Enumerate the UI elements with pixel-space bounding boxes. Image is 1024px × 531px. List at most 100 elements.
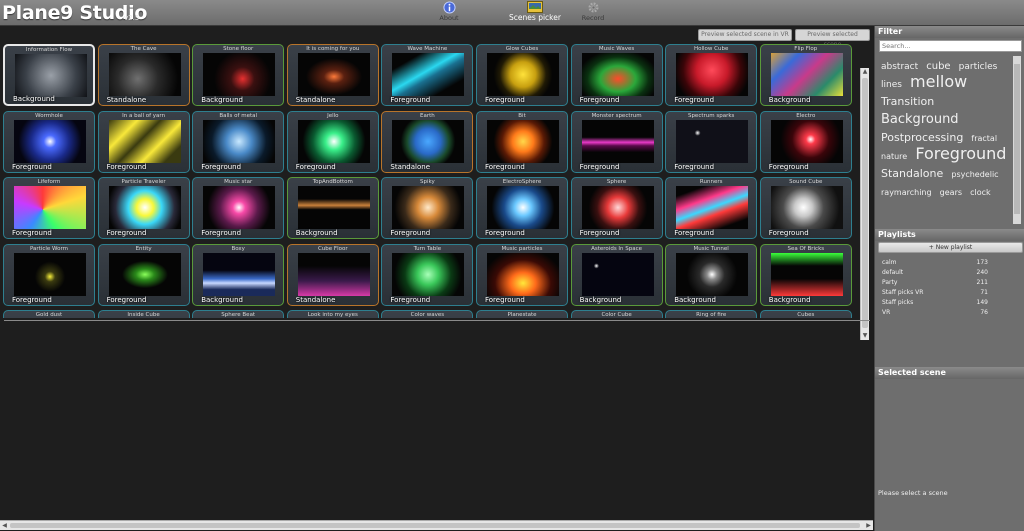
scene-tile-type: Foreground (390, 295, 431, 304)
scroll-down-arrow-icon[interactable]: ▼ (861, 332, 869, 340)
scene-tile[interactable]: Music Tunnel Background (665, 243, 758, 306)
filter-tag[interactable]: nature (881, 152, 907, 162)
filter-tag[interactable]: abstract (881, 62, 918, 72)
scene-tile[interactable]: Color Cube (570, 310, 663, 318)
playlist-item[interactable]: Party 211 (882, 279, 988, 289)
playlist-item[interactable]: calm 173 (882, 259, 988, 269)
filter-tag[interactable]: psychedelic (951, 170, 998, 180)
scene-tile[interactable]: Gold dust (3, 310, 95, 318)
scene-tile[interactable]: It is coming for you Standalone (286, 44, 379, 106)
filter-tag[interactable]: mellow (910, 72, 967, 91)
scene-tile[interactable]: Music star Foreground (192, 177, 285, 239)
filter-tag[interactable]: Postprocessing (881, 131, 963, 144)
scene-thumbnail (14, 119, 86, 163)
playlists-header: Playlists (875, 229, 1024, 241)
search-input[interactable] (879, 40, 1022, 52)
scene-tile[interactable]: Earth Standalone (381, 110, 474, 173)
scene-tile-name: Jello (327, 112, 339, 119)
scene-tile[interactable]: Entity Foreground (97, 243, 190, 306)
scene-tile[interactable]: Monster spectrum Foreground (570, 110, 663, 173)
filter-tag[interactable]: Foreground (915, 145, 1006, 163)
scroll-up-arrow-icon[interactable]: ▲ (861, 68, 869, 76)
scene-tile[interactable]: Spiky Foreground (381, 177, 474, 239)
scene-tile[interactable]: TopAndBottom Background (286, 177, 379, 239)
scene-tile[interactable]: Wormhole Foreground (3, 110, 95, 173)
scene-tile[interactable]: Flip Flop Background (759, 44, 852, 106)
scene-tile[interactable]: Color waves (381, 310, 474, 318)
scene-tile[interactable]: Bit Foreground (476, 110, 568, 173)
scene-tile[interactable]: Ring of fire (665, 310, 758, 318)
scene-tile[interactable]: Planestate (476, 310, 568, 318)
playlist-item[interactable]: Staff picks 149 (882, 299, 988, 309)
scene-tile-name: Sea Of Bricks (787, 245, 825, 252)
scene-tile[interactable]: ElectroSphere Foreground (476, 177, 568, 239)
scene-tile-type: Foreground (579, 229, 620, 237)
filter-tag[interactable]: Background (881, 112, 959, 128)
horizontal-scrollbar[interactable]: ◀ ▶ (0, 520, 873, 530)
playlist-item[interactable]: default 240 (882, 269, 988, 279)
scene-tile[interactable]: Cube Floor Standalone (286, 243, 379, 306)
scene-tile[interactable]: Look into my eyes (286, 310, 379, 318)
scene-tile[interactable]: Glow Cubes Foreground (476, 44, 568, 106)
scene-tile[interactable]: Inside Cube (97, 310, 190, 318)
selected-scene-header: Selected scene (875, 367, 1024, 379)
filter-tag[interactable]: particles (959, 62, 998, 72)
scrollbar-thumb[interactable] (862, 78, 868, 328)
scene-tile[interactable]: Runners Foreground (665, 177, 758, 239)
scene-tile[interactable]: Electro Foreground (759, 110, 852, 173)
scene-tile[interactable]: Sphere Foreground (570, 177, 663, 239)
preview-vr-button[interactable]: Preview selected scene in VR (698, 29, 792, 41)
scene-tile[interactable]: Music Waves Foreground (570, 44, 663, 106)
scene-tile[interactable]: Particle Traveler Foreground (97, 177, 190, 239)
scene-tile[interactable]: Turn Table Foreground (381, 243, 474, 306)
scene-tile[interactable]: Wave Machine Foreground (381, 44, 474, 106)
horizontal-scrollbar-thumb[interactable] (10, 523, 860, 528)
filter-tag[interactable]: fractal (971, 134, 997, 144)
scene-tile[interactable]: Information Flow Background (3, 44, 95, 106)
scene-tile-type: Background (768, 295, 811, 304)
scene-tile[interactable]: Music particles Foreground (476, 243, 568, 306)
scene-tile[interactable]: Hollow Cube Foreground (665, 44, 758, 106)
playlist-name: calm (882, 259, 897, 266)
filter-tag[interactable]: Standalone (881, 167, 943, 180)
scene-tile[interactable]: Cubes (759, 310, 852, 318)
scene-tile[interactable]: Sphere Beat (192, 310, 285, 318)
filter-tag[interactable]: raymarching (881, 188, 932, 198)
scene-tile[interactable]: Sound Cube Foreground (759, 177, 852, 239)
preview-scene-button[interactable]: Preview selected scene (795, 29, 870, 48)
scene-tile-name: Look into my eyes (307, 312, 358, 318)
scene-tile[interactable]: In a ball of yarn Foreground (97, 110, 190, 173)
scene-tile[interactable]: Asteroids In Space Background (570, 243, 663, 306)
scene-tile-name: Cube Floor (317, 245, 348, 252)
filter-tag[interactable]: Transition (881, 95, 934, 108)
scene-tile[interactable]: Boxy Background (192, 243, 285, 306)
scene-tile[interactable]: Stone floor Background (192, 44, 285, 106)
scene-thumbnail (770, 53, 843, 96)
scene-tile[interactable]: Spectrum sparks Foreground (665, 110, 758, 173)
filter-tag[interactable]: gears (940, 188, 962, 198)
scene-tile[interactable]: Lifeform Foreground (3, 177, 95, 239)
scene-tile[interactable]: Balls of metal Foreground (192, 110, 285, 173)
filter-scrollbar[interactable] (1013, 56, 1021, 224)
scene-tile-type: Foreground (106, 295, 147, 304)
scene-tile[interactable]: Particle Worm Foreground (3, 243, 95, 306)
playlist-item[interactable]: Staff picks VR 71 (882, 289, 988, 299)
filter-tag[interactable]: clock (970, 188, 991, 198)
scroll-left-arrow-icon[interactable]: ◀ (0, 521, 9, 530)
scene-tile-name: Color waves (410, 312, 445, 318)
scene-tile-name: Spectrum sparks (687, 112, 735, 119)
nav-scenes-picker-button[interactable]: Scenes picker (506, 1, 564, 25)
scene-tile[interactable]: Sea Of Bricks Background (759, 243, 852, 306)
scene-tile[interactable]: The Cave Standalone (97, 44, 190, 106)
filter-scrollbar-thumb[interactable] (1014, 64, 1020, 214)
new-playlist-button[interactable]: + New playlist (878, 242, 1023, 253)
nav-about-button[interactable]: About (434, 1, 464, 25)
scene-grid-scrollbar[interactable]: ▲ ▼ (860, 68, 869, 340)
nav-record-button[interactable]: Record (579, 1, 607, 25)
scroll-right-arrow-icon[interactable]: ▶ (864, 521, 873, 530)
filter-tag[interactable]: cube (926, 61, 950, 72)
scene-tile[interactable]: Jello Foreground (286, 110, 379, 173)
scene-tile-name: Boxy (231, 245, 245, 252)
filter-tag[interactable]: lines (881, 80, 902, 90)
playlist-item[interactable]: VR 76 (882, 309, 988, 319)
